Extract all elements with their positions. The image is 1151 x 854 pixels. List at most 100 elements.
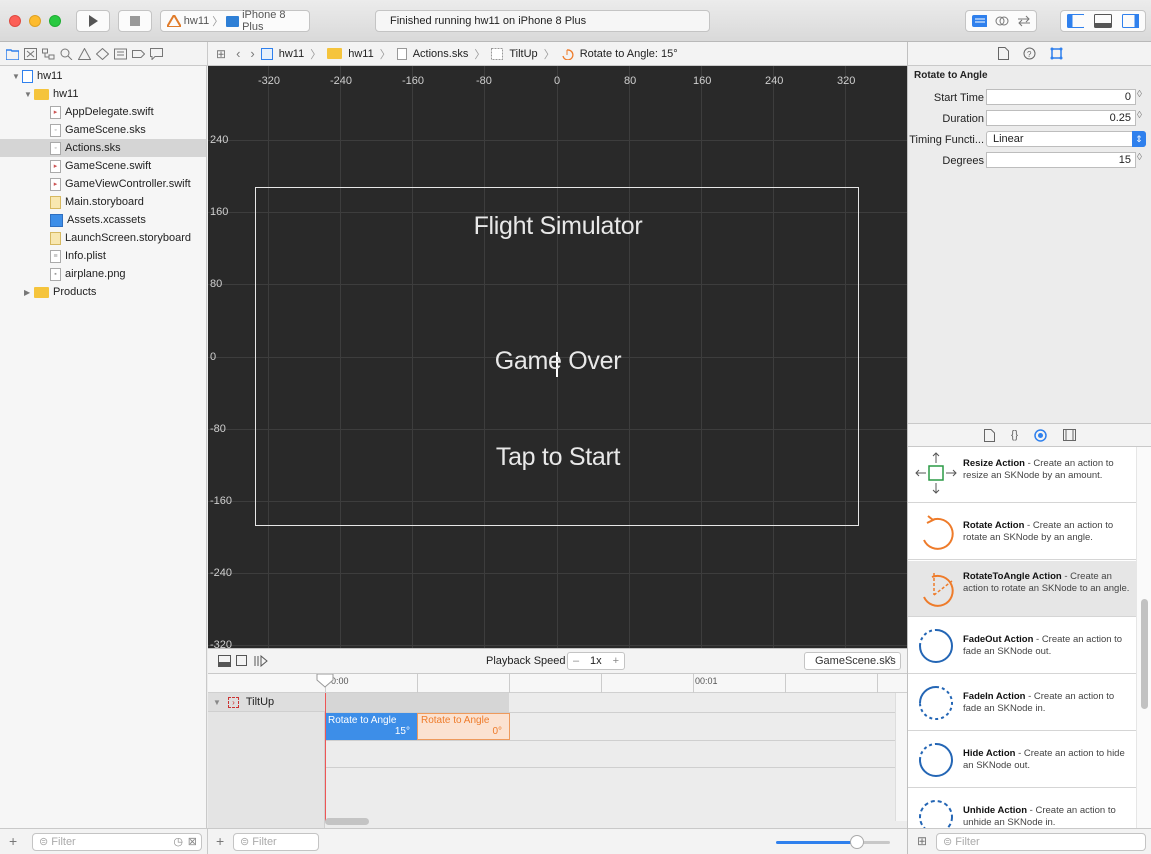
symbol-navigator-icon[interactable] <box>42 48 55 60</box>
file-row[interactable]: Assets.xcassets <box>0 211 206 229</box>
breadcrumb-rotate[interactable]: Rotate to Angle: 15° <box>580 48 678 60</box>
test-navigator-icon[interactable] <box>96 47 109 60</box>
add-action-icon[interactable]: + <box>216 833 224 849</box>
version-editor-icon[interactable] <box>1017 15 1030 27</box>
add-icon[interactable]: + <box>9 833 17 849</box>
action-block-rotate-15[interactable]: Rotate to Angle 15° <box>325 713 417 740</box>
library-scrollbar[interactable] <box>1136 447 1151 828</box>
report-navigator-icon[interactable] <box>150 47 163 60</box>
products-row[interactable]: ▶ Products <box>0 283 206 301</box>
object-library-icon[interactable] <box>1034 428 1047 442</box>
library-item-rotate-action[interactable]: Rotate Action - Create an action to rota… <box>908 504 1136 560</box>
source-control-filter-icon[interactable]: ⊠ <box>188 834 197 850</box>
decrease-speed-button[interactable]: – <box>573 655 579 667</box>
timeline-filter-input[interactable]: ⊜ Filter <box>233 833 319 851</box>
scene-editor-canvas[interactable]: -320 -240 -160 -80 0 80 160 240 320 240 … <box>208 66 907 648</box>
library-item-fadeout-action[interactable]: FadeOut Action - Create an action to fad… <box>908 618 1136 674</box>
breadcrumb-group[interactable]: hw11 <box>348 48 373 60</box>
breakpoint-navigator-icon[interactable] <box>132 48 145 60</box>
flight-simulator-label[interactable]: Flight Simulator <box>408 212 708 241</box>
action-block-rotate-0[interactable]: Rotate to Angle 0° <box>417 713 510 740</box>
increase-speed-button[interactable]: + <box>613 655 619 667</box>
library-item-hide-action[interactable]: Hide Action - Create an action to hide a… <box>908 732 1136 788</box>
disclosure-closed-icon[interactable]: ▶ <box>24 284 34 302</box>
disclosure-open-icon[interactable]: ▼ <box>24 86 34 104</box>
track-area[interactable]: Rotate to Angle 15° Rotate to Angle 0° <box>325 693 895 821</box>
file-inspector-icon[interactable] <box>997 47 1009 60</box>
scene-popup[interactable]: GameScene.sks ⌃ <box>804 652 901 670</box>
library-item-unhide-action[interactable]: Unhide Action - Create an action to unhi… <box>908 789 1136 828</box>
timing-function-popup[interactable]: Linear ⇕ <box>986 131 1146 147</box>
assistant-editor-icon[interactable] <box>995 15 1009 27</box>
library-filter-input[interactable]: ⊜ Filter <box>936 833 1146 851</box>
editor-mode-segment[interactable] <box>965 10 1037 32</box>
playhead-handle[interactable] <box>316 674 334 688</box>
playback-speed-stepper[interactable]: – 1x + <box>567 652 625 670</box>
project-row[interactable]: ▼ hw11 <box>0 67 206 85</box>
project-navigator-icon[interactable] <box>6 48 19 60</box>
file-template-icon[interactable] <box>983 428 995 442</box>
file-row[interactable]: ◦ GameScene.sks <box>0 121 206 139</box>
forward-icon[interactable]: › <box>250 46 254 61</box>
degrees-stepper[interactable]: ◊ <box>1137 152 1142 163</box>
game-over-label[interactable]: Game Over <box>428 347 688 376</box>
duration-stepper[interactable]: ◊ <box>1137 110 1142 121</box>
file-row[interactable]: ▪ airplane.png <box>0 265 206 283</box>
related-items-icon[interactable]: ⊞ <box>216 47 226 61</box>
file-row[interactable]: LaunchScreen.storyboard <box>0 229 206 247</box>
find-navigator-icon[interactable] <box>60 48 73 60</box>
track-vertical-scrollbar[interactable] <box>895 693 907 821</box>
file-row[interactable]: ▸ GameViewController.swift <box>0 175 206 193</box>
quick-help-icon[interactable]: ? <box>1023 47 1036 60</box>
breadcrumb-project[interactable]: hw11 <box>279 48 304 60</box>
zoom-slider-knob[interactable] <box>850 835 864 849</box>
toggle-timeline-icon[interactable] <box>218 655 231 667</box>
timeline-horizontal-scroll-thumb[interactable] <box>325 818 369 825</box>
recent-files-icon[interactable]: ◷ <box>173 834 183 850</box>
file-row[interactable]: ▸ GameScene.swift <box>0 157 206 175</box>
library-item-resize-action[interactable]: Resize Action - Create an action to resi… <box>908 447 1136 503</box>
disclosure-open-icon[interactable]: ▼ <box>213 698 221 707</box>
toggle-debug-icon[interactable] <box>1094 14 1112 28</box>
standard-editor-icon[interactable] <box>972 15 988 27</box>
breadcrumb-action[interactable]: TiltUp <box>509 48 537 60</box>
file-row-selected[interactable]: ◦ Actions.sks <box>0 139 206 157</box>
debug-navigator-icon[interactable] <box>114 48 127 60</box>
minimize-window-button[interactable] <box>29 15 41 27</box>
degrees-field[interactable]: 15 <box>986 152 1136 168</box>
source-control-icon[interactable] <box>24 47 37 60</box>
attributes-inspector-icon[interactable] <box>1050 47 1063 60</box>
back-icon[interactable]: ‹ <box>236 46 240 61</box>
code-snippet-icon[interactable]: {} <box>1011 429 1018 441</box>
stop-playback-icon[interactable] <box>236 655 248 667</box>
duration-field[interactable]: 0.25 <box>986 110 1136 126</box>
disclosure-open-icon[interactable]: ▼ <box>12 68 22 86</box>
tap-to-start-label[interactable]: Tap to Start <box>408 443 708 472</box>
toggle-utilities-icon[interactable] <box>1121 14 1139 28</box>
file-row[interactable]: ≡ Info.plist <box>0 247 206 265</box>
time-ruler[interactable]: 0:00 00:01 <box>208 674 907 693</box>
file-row[interactable]: ▸ AppDelegate.swift <box>0 103 206 121</box>
grid-view-icon[interactable]: ⊞ <box>917 834 927 848</box>
group-row[interactable]: ▼ hw11 <box>0 85 206 103</box>
play-animation-icon[interactable] <box>254 655 268 667</box>
scheme-selector[interactable]: hw11 〉 iPhone 8 Plus <box>160 9 310 33</box>
navigator-filter-input[interactable]: ⊜ Filter ◷ ⊠ <box>32 833 202 851</box>
library-item-fadein-action[interactable]: FadeIn Action - Create an action to fade… <box>908 675 1136 731</box>
media-library-icon[interactable] <box>1063 429 1077 441</box>
track-header-tiltup[interactable]: ▼ › TiltUp <box>208 693 325 712</box>
close-window-button[interactable] <box>9 15 21 27</box>
breadcrumb-file[interactable]: Actions.sks <box>413 48 469 60</box>
y-tick-label: -240 <box>210 567 233 579</box>
library-item-rotatetoangle-action[interactable]: RotateToAngle Action - Create an action … <box>908 561 1136 617</box>
issue-navigator-icon[interactable] <box>78 47 91 60</box>
file-row[interactable]: Main.storyboard <box>0 193 206 211</box>
library-scroll-thumb[interactable] <box>1141 599 1148 709</box>
zoom-window-button[interactable] <box>49 15 61 27</box>
toggle-navigator-icon[interactable] <box>1067 14 1085 28</box>
panel-toggle-segment[interactable] <box>1060 10 1146 32</box>
stop-button[interactable] <box>118 10 152 32</box>
start-time-stepper[interactable]: ◊ <box>1137 89 1142 100</box>
start-time-field[interactable]: 0 <box>986 89 1136 105</box>
run-button[interactable] <box>76 10 110 32</box>
